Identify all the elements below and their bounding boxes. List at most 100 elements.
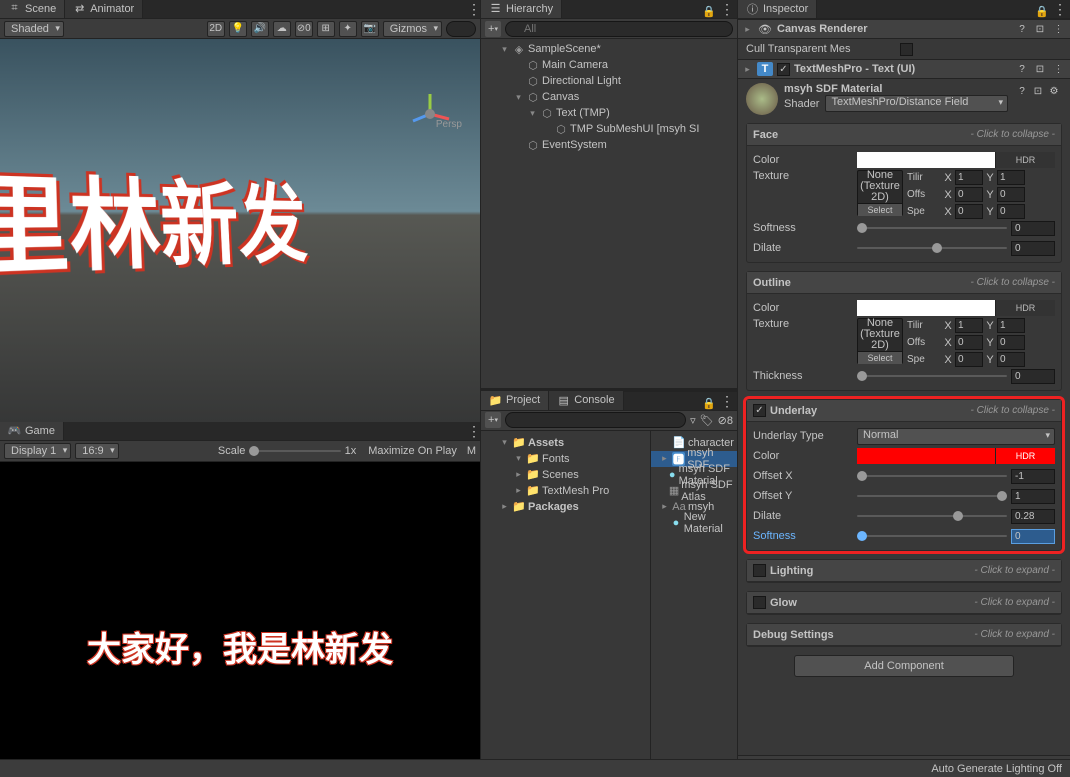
inspector-lock-icon[interactable]: 🔒 bbox=[1035, 5, 1049, 18]
face-offset-y[interactable] bbox=[997, 187, 1025, 202]
tab-console[interactable]: ▤Console bbox=[549, 391, 623, 410]
outline-thickness-slider[interactable] bbox=[857, 369, 1007, 383]
project-folder[interactable]: ▸📁Scenes bbox=[481, 467, 650, 483]
hierarchy-search-input[interactable] bbox=[505, 21, 733, 37]
face-section-title[interactable]: Face bbox=[753, 129, 967, 141]
project-folder[interactable]: ▸📁TextMesh Pro bbox=[481, 483, 650, 499]
lighting-section-title[interactable]: Lighting bbox=[770, 565, 970, 577]
face-tiling-y[interactable] bbox=[997, 170, 1025, 185]
hierarchy-lock-icon[interactable]: 🔒 bbox=[702, 5, 716, 18]
hierarchy-item[interactable]: ⬡TMP SubMeshUI [msyh SI bbox=[481, 121, 737, 137]
underlay-color-field[interactable]: HDR bbox=[857, 448, 1055, 464]
face-offset-x[interactable] bbox=[955, 187, 983, 202]
glow-section-title[interactable]: Glow bbox=[770, 597, 970, 609]
preset-icon[interactable]: ⊡ bbox=[1032, 21, 1048, 37]
face-dilate-slider[interactable] bbox=[857, 241, 1007, 255]
outline-speed-y[interactable] bbox=[997, 352, 1025, 367]
foldout-icon[interactable]: ▸ bbox=[499, 501, 510, 512]
tab-scene[interactable]: ⌗Scene bbox=[0, 0, 65, 18]
outline-speed-x[interactable] bbox=[955, 352, 983, 367]
hierarchy-item[interactable]: ▾⬡Canvas bbox=[481, 89, 737, 105]
help-icon[interactable]: ? bbox=[1014, 83, 1030, 99]
hierarchy-item[interactable]: ▾⬡Text (TMP) bbox=[481, 105, 737, 121]
scene-tab-menu-icon[interactable]: ⋮ bbox=[467, 1, 480, 18]
underlay-collapse-hint[interactable]: - Click to collapse - bbox=[971, 405, 1055, 416]
underlay-type-select[interactable]: Normal bbox=[857, 428, 1055, 445]
project-lock-icon[interactable]: 🔒 bbox=[702, 397, 716, 410]
tab-hierarchy[interactable]: ☰Hierarchy bbox=[481, 0, 562, 18]
foldout-icon[interactable]: ▾ bbox=[499, 44, 510, 55]
help-icon[interactable]: ? bbox=[1014, 61, 1030, 77]
foldout-icon[interactable]: ▾ bbox=[513, 92, 524, 103]
underlay-section-title[interactable]: Underlay bbox=[770, 405, 967, 417]
shading-mode-select[interactable]: Shaded bbox=[4, 21, 64, 37]
debug-section-title[interactable]: Debug Settings bbox=[753, 629, 970, 641]
underlay-offsety-slider[interactable] bbox=[857, 489, 1007, 503]
canvas-renderer-foldout[interactable]: ▸ bbox=[742, 24, 753, 35]
gizmos-dropdown[interactable]: Gizmos bbox=[383, 21, 442, 37]
perspective-label[interactable]: Persp bbox=[436, 119, 462, 130]
scene-camera-toggle[interactable]: 📷 bbox=[361, 21, 379, 37]
project-search-input[interactable] bbox=[505, 412, 686, 428]
foldout-icon[interactable]: ▾ bbox=[527, 108, 538, 119]
foldout-icon[interactable]: ▸ bbox=[659, 453, 670, 464]
tab-inspector[interactable]: ⓘInspector bbox=[738, 0, 817, 18]
scene-tools-toggle[interactable]: ✦ bbox=[339, 21, 357, 37]
underlay-offsetx-input[interactable] bbox=[1011, 469, 1055, 484]
foldout-icon[interactable]: ▸ bbox=[659, 501, 670, 512]
outline-collapse-hint[interactable]: - Click to collapse - bbox=[971, 277, 1055, 288]
scene-fx-toggle[interactable]: ☁ bbox=[273, 21, 291, 37]
project-filter-icon[interactable]: ▿ bbox=[690, 414, 696, 427]
preset-icon[interactable]: ⊡ bbox=[1030, 83, 1046, 99]
hierarchy-item[interactable]: ⬡EventSystem bbox=[481, 137, 737, 153]
scene-audio-toggle[interactable]: 🔊 bbox=[251, 21, 269, 37]
mute-toggle[interactable]: M bbox=[467, 445, 476, 457]
tab-project[interactable]: 📁Project bbox=[481, 391, 549, 410]
face-softness-slider[interactable] bbox=[857, 221, 1007, 235]
select-texture-button[interactable]: Select bbox=[858, 351, 902, 364]
underlay-softness-input[interactable] bbox=[1011, 529, 1055, 544]
project-label-filter-icon[interactable]: 🏷 bbox=[700, 414, 714, 427]
project-folder[interactable]: ▸📁Packages bbox=[481, 499, 650, 515]
scene-2d-toggle[interactable]: 2D bbox=[207, 21, 225, 37]
component-menu-icon[interactable]: ⋮ bbox=[1050, 21, 1066, 37]
underlay-dilate-slider[interactable] bbox=[857, 509, 1007, 523]
add-component-button[interactable]: Add Component bbox=[794, 655, 1014, 677]
project-tab-menu-icon[interactable]: ⋮ bbox=[720, 393, 733, 410]
glow-enable-checkbox[interactable] bbox=[753, 596, 766, 609]
project-create-button[interactable]: +▾ bbox=[485, 412, 501, 428]
debug-expand-hint[interactable]: - Click to expand - bbox=[974, 629, 1055, 640]
face-color-field[interactable]: HDR bbox=[857, 152, 1055, 168]
game-tab-menu-icon[interactable]: ⋮ bbox=[467, 423, 480, 440]
hierarchy-create-button[interactable]: +▾ bbox=[485, 21, 501, 37]
foldout-icon[interactable]: ▾ bbox=[499, 437, 510, 448]
face-collapse-hint[interactable]: - Click to collapse - bbox=[971, 129, 1055, 140]
hierarchy-item[interactable]: ⬡Main Camera bbox=[481, 57, 737, 73]
outline-color-field[interactable]: HDR bbox=[857, 300, 1055, 316]
status-bar-text[interactable]: Auto Generate Lighting Off bbox=[931, 763, 1062, 775]
maximize-on-play-toggle[interactable]: Maximize On Play bbox=[368, 445, 457, 457]
help-icon[interactable]: ? bbox=[1014, 21, 1030, 37]
scene-viewport[interactable]: Persp 里林新发 bbox=[0, 39, 480, 422]
project-hidden-icon[interactable]: ⊘8 bbox=[718, 414, 733, 427]
tab-animator[interactable]: ⇄Animator bbox=[65, 0, 143, 18]
tmp-foldout[interactable]: ▸ bbox=[742, 64, 753, 75]
settings-icon[interactable]: ⚙ bbox=[1046, 83, 1062, 99]
tab-game[interactable]: 🎮Game bbox=[0, 421, 64, 440]
material-preview-icon[interactable] bbox=[746, 83, 778, 115]
foldout-icon[interactable]: ▸ bbox=[513, 485, 524, 496]
project-folder[interactable]: ▾📁Fonts bbox=[481, 451, 650, 467]
hierarchy-item[interactable]: ⬡Directional Light bbox=[481, 73, 737, 89]
tmp-enable-checkbox[interactable]: ✓ bbox=[777, 63, 790, 76]
scene-hidden-toggle[interactable]: ⊘0 bbox=[295, 21, 313, 37]
face-speed-y[interactable] bbox=[997, 204, 1025, 219]
resolution-select[interactable]: 16:9 bbox=[75, 443, 118, 459]
scale-slider[interactable] bbox=[249, 444, 340, 458]
outline-offset-y[interactable] bbox=[997, 335, 1025, 350]
select-texture-button[interactable]: Select bbox=[858, 203, 902, 216]
outline-thickness-input[interactable] bbox=[1011, 369, 1055, 384]
outline-section-title[interactable]: Outline bbox=[753, 277, 967, 289]
face-dilate-input[interactable] bbox=[1011, 241, 1055, 256]
display-select[interactable]: Display 1 bbox=[4, 443, 71, 459]
project-asset[interactable]: ●New Material bbox=[651, 515, 737, 531]
